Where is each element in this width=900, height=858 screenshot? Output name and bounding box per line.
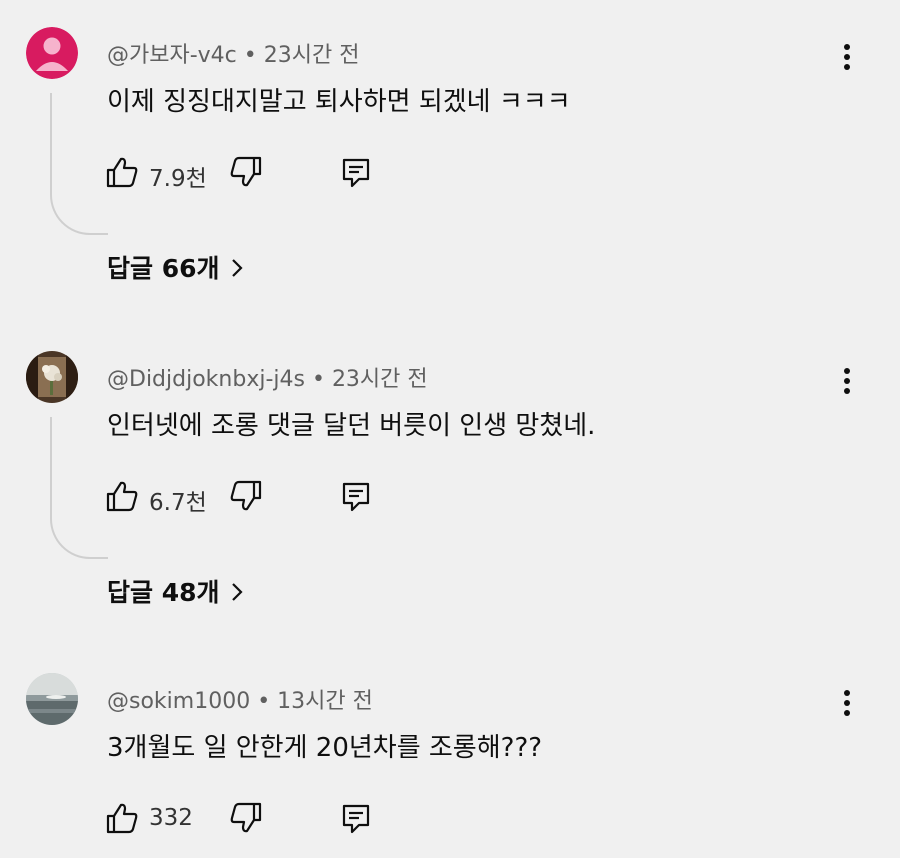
comment-text: 인터넷에 조롱 댓글 달던 버릇이 인생 망쳤네.	[107, 411, 596, 441]
more-vertical-icon	[844, 690, 850, 716]
dislike-button[interactable]	[229, 801, 263, 839]
more-vertical-icon	[844, 368, 850, 394]
reply-button[interactable]	[341, 481, 371, 517]
comment-meta: @Didjdjoknbxj-j4s • 23시간 전	[107, 361, 428, 393]
like-count: 6.7천	[149, 490, 207, 516]
comment-actions: 332	[105, 801, 405, 841]
comment-meta: @가보자-v4c • 23시간 전	[107, 37, 359, 69]
like-button[interactable]	[105, 479, 139, 517]
comment-author[interactable]: @가보자-v4c	[107, 43, 237, 68]
reply-comment-icon	[342, 482, 370, 512]
meta-separator: •	[236, 43, 264, 68]
chevron-right-icon	[230, 256, 244, 285]
reply-button[interactable]	[341, 803, 371, 839]
thumbs-down-icon	[230, 480, 262, 511]
flower-photo-avatar-icon	[26, 351, 78, 403]
more-options-button[interactable]	[834, 365, 860, 399]
dislike-button[interactable]	[229, 155, 263, 193]
meta-separator: •	[304, 367, 332, 392]
thumbs-down-icon	[230, 156, 262, 187]
thread-connector	[50, 93, 108, 235]
chevron-right-icon	[230, 580, 244, 609]
comment-actions: 7.9천	[105, 155, 405, 195]
comment-text: 3개월도 일 안한게 20년차를 조롱해???	[107, 733, 543, 763]
thumbs-up-icon	[106, 803, 138, 834]
comment-time: 23시간 전	[263, 43, 360, 68]
reply-comment-icon	[342, 804, 370, 834]
avatar[interactable]	[26, 673, 78, 725]
like-button[interactable]	[105, 155, 139, 193]
default-person-avatar-icon	[26, 27, 78, 79]
comment-author[interactable]: @sokim1000	[107, 689, 250, 714]
view-replies-button[interactable]: 답글 48개	[107, 573, 244, 613]
avatar[interactable]	[26, 351, 78, 403]
like-count: 7.9천	[149, 166, 207, 192]
thumbs-up-icon	[106, 157, 138, 188]
thread-connector	[50, 417, 108, 559]
meta-separator: •	[250, 689, 278, 714]
like-button[interactable]	[105, 801, 139, 839]
reply-button[interactable]	[341, 157, 371, 193]
like-count: 332	[149, 805, 193, 831]
reply-comment-icon	[342, 158, 370, 188]
view-replies-button[interactable]: 답글 66개	[107, 249, 244, 289]
more-options-button[interactable]	[834, 41, 860, 75]
thumbs-down-icon	[230, 802, 262, 833]
comment-author[interactable]: @Didjdjoknbxj-j4s	[107, 367, 305, 392]
comment-time: 23시간 전	[331, 367, 428, 392]
avatar[interactable]	[26, 27, 78, 79]
comment-time: 13시간 전	[277, 689, 373, 714]
thumbs-up-icon	[106, 481, 138, 512]
comment-actions: 6.7천	[105, 479, 405, 519]
more-vertical-icon	[844, 44, 850, 70]
more-options-button[interactable]	[834, 687, 860, 721]
comment-meta: @sokim1000 • 13시간 전	[107, 683, 373, 715]
comment-text: 이제 징징대지말고 퇴사하면 되겠네 ㅋㅋㅋ	[107, 87, 571, 117]
replies-label: 답글 66개	[107, 254, 220, 283]
sea-photo-avatar-icon	[26, 673, 78, 725]
replies-label: 답글 48개	[107, 578, 220, 607]
dislike-button[interactable]	[229, 479, 263, 517]
